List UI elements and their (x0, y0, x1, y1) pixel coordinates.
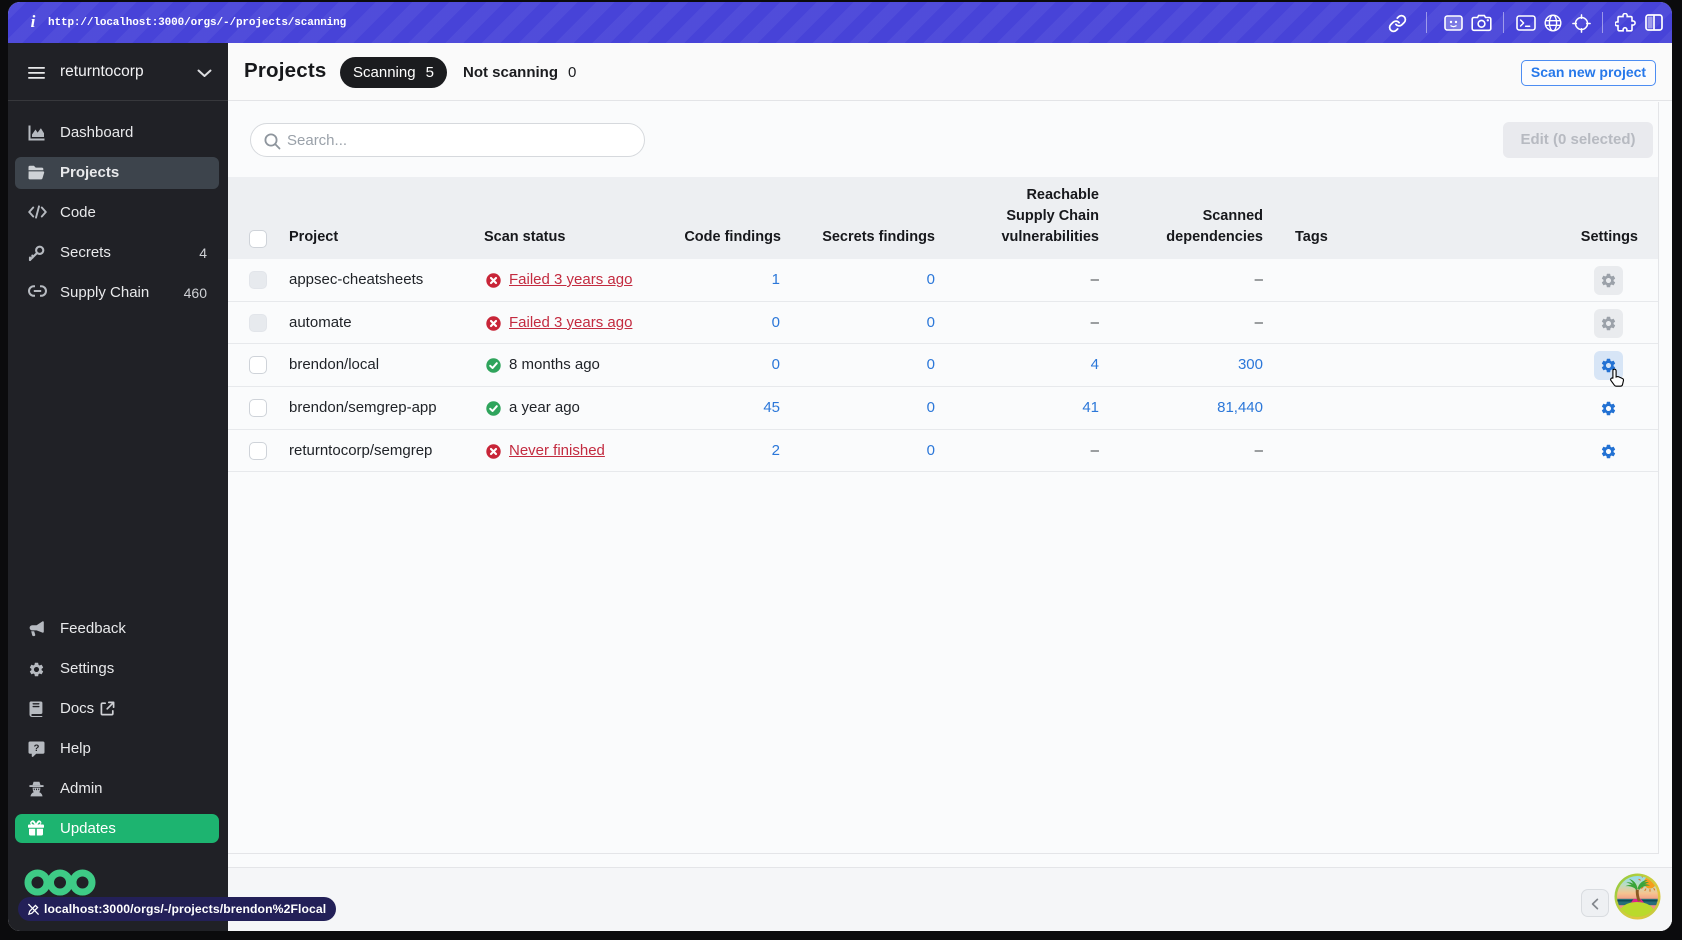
svg-text:?: ? (34, 743, 40, 754)
